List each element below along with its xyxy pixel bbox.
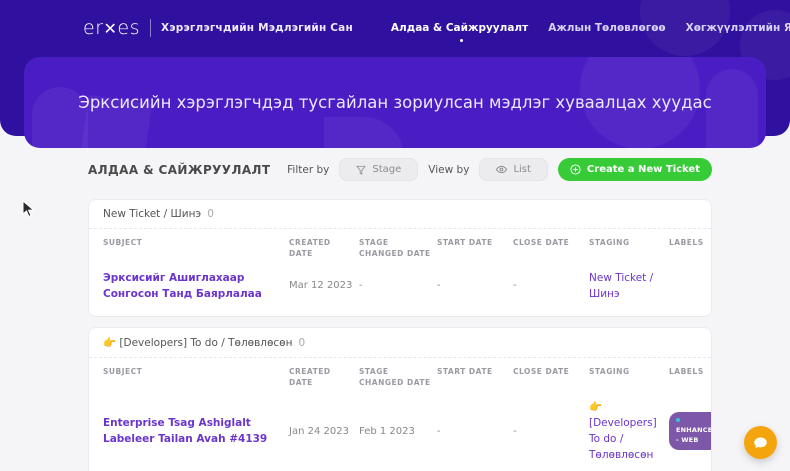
label-badge: ENHANCEMENT - WEB <box>669 412 712 450</box>
nav-item-bugs-improvements[interactable]: Алдаа & Сайжруулалт <box>391 22 528 42</box>
start-date-cell: - <box>437 280 441 292</box>
table-row: Enterprise Tsag Ashiglalt Labeleer Taila… <box>89 393 711 471</box>
label-dot-icon <box>676 418 680 423</box>
main-content: АЛДАА & САЙЖРУУЛАЛТ Filter by Stage View… <box>0 136 790 471</box>
column-header: START DATE <box>437 367 493 377</box>
eye-icon <box>496 165 508 174</box>
ticket-subject-link[interactable]: Эрксисийг Ашиглахаар Сонгосон Танд Баярл… <box>103 270 285 303</box>
nav-item-dev-progress[interactable]: Хөгжүүлэлтийн Явц <box>686 22 790 34</box>
list-button-label: List <box>513 164 531 175</box>
column-header: CREATED DATE <box>289 238 331 259</box>
create-ticket-button[interactable]: Create a New Ticket <box>557 158 712 181</box>
ticket-group-todo: 👉 [Developers] To do / Төлөвлөсөн 0 SUBJ… <box>88 327 712 471</box>
ticket-group-new: New Ticket / Шинэ 0 SUBJECT CREATED DATE… <box>88 199 712 318</box>
column-header: LABELS <box>669 367 704 377</box>
column-header-row: SUBJECT CREATED DATE STAGE CHANGED DATE … <box>89 229 711 264</box>
list-view-button[interactable]: List <box>479 158 548 181</box>
hero-banner: Эрксисийн хэрэглэгчдэд тусгайлан зориулс… <box>24 57 766 148</box>
section-toolbar: АЛДАА & САЙЖРУУЛАЛТ Filter by Stage View… <box>88 158 712 181</box>
group-title: New Ticket / Шинэ <box>103 208 202 220</box>
column-header-row: SUBJECT CREATED DATE STAGE CHANGED DATE … <box>89 358 711 393</box>
group-count: 0 <box>207 208 214 220</box>
column-header: STAGING <box>589 238 630 247</box>
stage-changed-date-cell: Feb 1 2023 <box>359 425 415 437</box>
site-subtitle: Хэрэглэгчдийн Мэдлэгийн Сан <box>161 22 353 34</box>
chat-bubble-icon <box>754 437 767 448</box>
section-title: АЛДАА & САЙЖРУУЛАЛТ <box>88 162 271 177</box>
group-count: 0 <box>298 336 306 349</box>
hero-decoration-shape <box>324 117 404 148</box>
created-date-cell: Jan 24 2023 <box>289 425 349 437</box>
main-nav: Алдаа & Сайжруулалт Ажлын Төлөвлөгөө Хөг… <box>391 22 790 42</box>
plus-circle-icon <box>570 164 581 175</box>
column-header: STAGE CHANGED DATE <box>359 367 431 388</box>
ticket-subject-link[interactable]: Enterprise Tsag Ashiglalt Labeleer Taila… <box>103 415 285 448</box>
stage-filter-button[interactable]: Stage <box>339 158 419 181</box>
filter-by-label: Filter by <box>287 163 330 176</box>
toolbar-controls: Filter by Stage View by List Create a Ne… <box>287 158 712 181</box>
start-date-cell: - <box>437 425 441 437</box>
header-band: er✕es Хэрэглэгчдийн Мэдлэгийн Сан Алдаа … <box>0 0 790 148</box>
column-header: CLOSE DATE <box>513 367 570 377</box>
staging-link[interactable]: 👉 [Developers] To do / Төлөвлөсөн <box>589 399 665 464</box>
stage-button-label: Stage <box>372 164 402 175</box>
hero-title: Эрксисийн хэрэглэгчдэд тусгайлан зориулс… <box>78 93 712 112</box>
column-header: STAGE CHANGED DATE <box>359 238 431 259</box>
label-text: ENHANCEMENT - WEB <box>676 426 712 444</box>
close-date-cell: - <box>513 425 517 437</box>
labels-cell: ENHANCEMENT - WEB <box>669 412 712 450</box>
staging-link[interactable]: New Ticket / Шинэ <box>589 270 665 303</box>
group-title: 👉 [Developers] To do / Төлөвлөсөн <box>103 337 293 350</box>
column-header: STAGING <box>589 367 630 377</box>
stage-changed-date-cell: - <box>359 280 363 292</box>
logo-divider <box>150 19 152 37</box>
nav-item-work-plan[interactable]: Ажлын Төлөвлөгөө <box>548 22 665 34</box>
top-navigation-bar: er✕es Хэрэглэгчдийн Мэдлэгийн Сан Алдаа … <box>0 0 790 56</box>
erxes-logo: er✕es <box>83 17 141 39</box>
page: er✕es Хэрэглэгчдийн Мэдлэгийн Сан Алдаа … <box>0 0 790 471</box>
create-ticket-label: Create a New Ticket <box>586 164 700 175</box>
table-row: Эрксисийг Ашиглахаар Сонгосон Танд Баярл… <box>89 264 711 317</box>
funnel-icon <box>356 165 366 175</box>
column-header: LABELS <box>669 238 704 247</box>
close-date-cell: - <box>513 280 517 292</box>
created-date-cell: Mar 12 2023 <box>289 280 353 292</box>
column-header: SUBJECT <box>103 238 143 247</box>
view-by-label: View by <box>428 163 470 176</box>
chat-launcher-button[interactable] <box>744 426 777 459</box>
column-header: SUBJECT <box>103 367 143 377</box>
column-header: CLOSE DATE <box>513 238 570 247</box>
logo-area[interactable]: er✕es Хэрэглэгчдийн Мэдлэгийн Сан <box>83 17 353 39</box>
column-header: START DATE <box>437 238 493 247</box>
group-header[interactable]: New Ticket / Шинэ 0 <box>89 200 711 229</box>
column-header: CREATED DATE <box>289 367 331 388</box>
group-header[interactable]: 👉 [Developers] To do / Төлөвлөсөн 0 <box>89 328 711 359</box>
logo-x-glyph: ✕ <box>103 19 118 38</box>
